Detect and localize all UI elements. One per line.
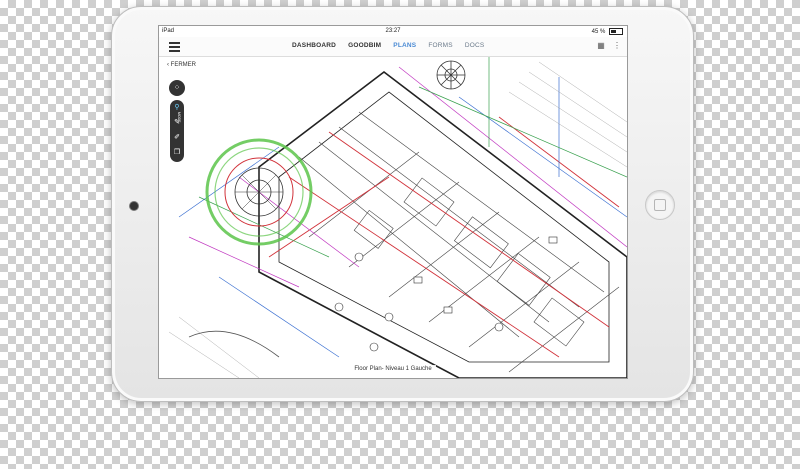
plan-hatching xyxy=(168,61,627,378)
marker-icon[interactable]: ✐ xyxy=(170,131,184,145)
camera xyxy=(129,201,139,211)
copy-icon[interactable]: ❐ xyxy=(170,146,184,160)
plan-caption: Floor Plan- Niveau 1 Gauche xyxy=(159,365,627,373)
status-bar: iPad 23:27 45 % xyxy=(159,26,627,37)
mode-label: MODE xyxy=(177,112,181,123)
tool-column: ⚲ MODE ✎ ✐ ❐ xyxy=(170,100,184,162)
home-button[interactable] xyxy=(645,190,675,220)
floor-plan-viewer[interactable]: ‹ FERMER ⁘ ⚲ MODE ✎ ✐ ❐ Floor Plan- Nive… xyxy=(159,57,627,378)
close-plan-link[interactable]: ‹ FERMER xyxy=(167,62,196,68)
tab-goodbim[interactable]: GOODBIM xyxy=(348,42,381,49)
grid-icon[interactable]: ▦ xyxy=(597,41,605,50)
tab-plans[interactable]: PLANS xyxy=(393,42,416,49)
battery-status: 45 % xyxy=(592,28,623,35)
plan-magenta-lines xyxy=(188,66,627,288)
tab-forms[interactable]: FORMS xyxy=(428,42,452,49)
menu-icon[interactable] xyxy=(169,42,180,52)
close-label: FERMER xyxy=(170,62,197,68)
plan-spiral-stair xyxy=(436,60,466,90)
plan-building-outline xyxy=(258,70,627,378)
tab-dashboard[interactable]: DASHBOARD xyxy=(292,42,336,49)
app-screen: iPad 23:27 45 % DASHBOARD GOODBIM PLANS … xyxy=(158,25,628,379)
plan-blue-lines xyxy=(178,77,627,358)
nav-tabs: DASHBOARD GOODBIM PLANS FORMS DOCS xyxy=(292,42,494,49)
drawing-toolbar: ⁘ ⚲ MODE ✎ ✐ ❐ xyxy=(169,80,185,162)
floor-plan-drawing[interactable] xyxy=(159,57,627,378)
layers-icon[interactable]: ⁘ xyxy=(169,80,185,96)
plan-walls-dense xyxy=(298,111,620,373)
plan-title: Floor Plan- Niveau 1 Gauche xyxy=(350,365,436,373)
more-icon[interactable]: ⋮ xyxy=(613,41,621,50)
plan-red-lines xyxy=(268,116,620,358)
battery-icon xyxy=(609,28,623,35)
nav-actions: ▦ ⋮ xyxy=(591,41,621,50)
top-navigation: DASHBOARD GOODBIM PLANS FORMS DOCS ▦ ⋮ xyxy=(159,37,627,57)
chevron-left-icon: ‹ xyxy=(167,62,169,68)
tab-docs[interactable]: DOCS xyxy=(465,42,485,49)
clock: 23:27 xyxy=(385,28,401,34)
battery-percent: 45 % xyxy=(591,29,606,36)
